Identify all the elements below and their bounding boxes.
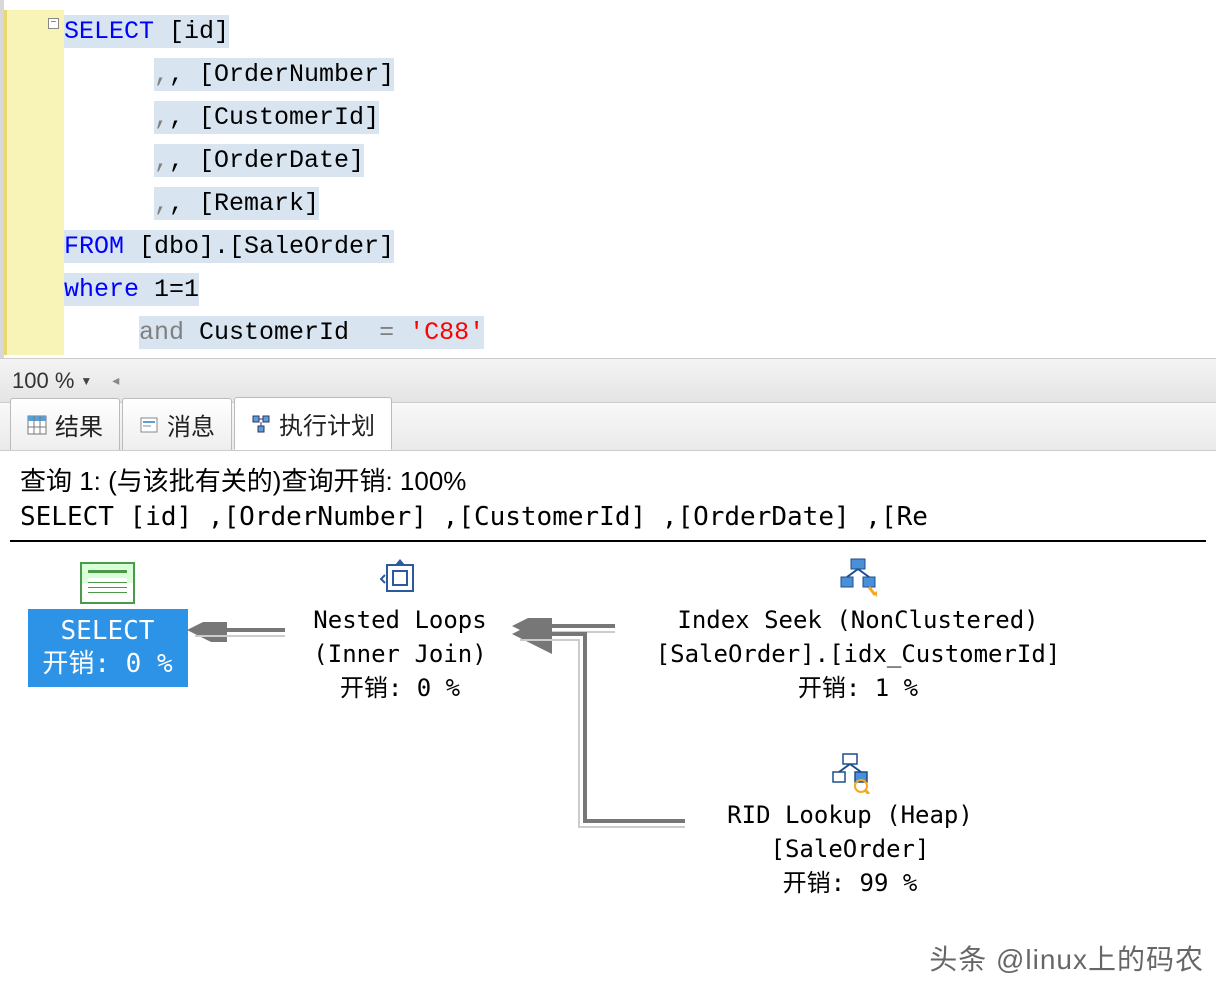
tab-results[interactable]: 结果 — [10, 398, 120, 450]
zoom-bar: 100 % ▼ ◂ — [0, 358, 1216, 403]
plan-canvas[interactable]: SELECT 开销: 0 % Nested Loops (Inner Join)… — [10, 542, 1206, 942]
execution-plan-icon — [251, 414, 271, 434]
message-icon — [139, 415, 159, 435]
sql-column: CustomerId — [184, 318, 379, 347]
tab-execution-plan[interactable]: 执行计划 — [234, 397, 392, 450]
node-cost: 开销: 1 % — [798, 671, 918, 705]
results-tabs-bar: 结果 消息 执行计划 — [0, 403, 1216, 451]
tab-messages[interactable]: 消息 — [122, 398, 232, 450]
tab-label: 执行计划 — [279, 406, 375, 441]
plan-query-text: SELECT [id] ,[OrderNumber] ,[CustomerId]… — [10, 500, 1206, 542]
sql-column: , [OrderDate] — [169, 146, 364, 175]
sql-editor-area: SELECT [id] ,, [OrderNumber] ,, [Custome… — [0, 0, 1216, 358]
sql-keyword: SELECT — [64, 17, 154, 46]
sql-column: , [CustomerId] — [169, 103, 379, 132]
tab-label: 结果 — [55, 407, 103, 442]
sql-operator: = — [379, 318, 394, 347]
chevron-left-icon[interactable]: ◂ — [112, 372, 119, 389]
plan-node-select[interactable]: SELECT 开销: 0 % — [30, 562, 185, 687]
collapse-toggle-icon[interactable] — [48, 18, 59, 29]
sql-keyword: FROM — [64, 232, 124, 261]
execution-plan-panel: 查询 1: (与该批有关的)查询开销: 100% SELECT [id] ,[O… — [0, 451, 1216, 946]
plan-node-nested-loops[interactable]: Nested Loops (Inner Join) 开销: 0 % — [275, 557, 525, 705]
node-title: SELECT — [40, 615, 176, 648]
node-cost: 开销: 0 % — [40, 648, 176, 681]
plan-query-header: 查询 1: (与该批有关的)查询开销: 100% — [10, 455, 1206, 500]
sql-column: , [OrderNumber] — [169, 60, 394, 89]
sql-column: , [Remark] — [169, 189, 319, 218]
node-cost: 开销: 99 % — [783, 866, 918, 900]
sql-condition: 1=1 — [139, 275, 199, 304]
sql-object: [dbo].[SaleOrder] — [124, 232, 394, 261]
node-subtitle: (Inner Join) — [313, 637, 486, 671]
node-title: RID Lookup (Heap) — [727, 798, 973, 832]
watermark-text: 头条 @linux上的码农 — [929, 938, 1204, 978]
sql-string: 'C88' — [394, 318, 484, 347]
index-seek-icon — [837, 557, 879, 599]
plan-node-rid-lookup[interactable]: RID Lookup (Heap) [SaleOrder] 开销: 99 % — [665, 752, 1035, 900]
grid-icon — [27, 415, 47, 435]
code-body[interactable]: SELECT [id] ,, [OrderNumber] ,, [Custome… — [64, 0, 1216, 358]
tab-label: 消息 — [167, 407, 215, 442]
sql-keyword: and — [139, 318, 184, 347]
node-cost: 开销: 0 % — [340, 671, 460, 705]
sql-keyword: where — [64, 275, 139, 304]
plan-node-index-seek[interactable]: Index Seek (NonClustered) [SaleOrder].[i… — [608, 557, 1108, 705]
node-title: Index Seek (NonClustered) — [677, 603, 1038, 637]
node-subtitle: [SaleOrder].[idx_CustomerId] — [656, 637, 1061, 671]
sql-column: [id] — [154, 17, 229, 46]
chevron-down-icon[interactable]: ▼ — [80, 374, 92, 388]
nested-loops-icon — [379, 557, 421, 599]
editor-margin — [4, 0, 64, 358]
node-subtitle: [SaleOrder] — [771, 832, 930, 866]
zoom-level[interactable]: 100 % — [12, 368, 74, 394]
select-result-icon — [80, 562, 135, 604]
node-title: Nested Loops — [313, 603, 486, 637]
rid-lookup-icon — [829, 752, 871, 794]
